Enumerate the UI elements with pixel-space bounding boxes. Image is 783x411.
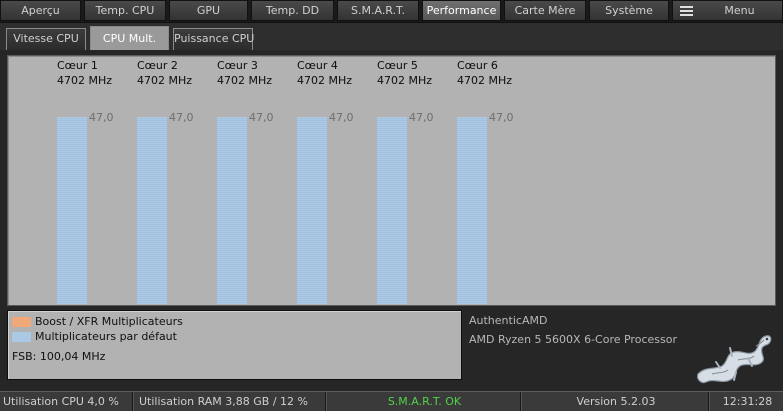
core-frequency: 4702 MHz	[137, 74, 193, 87]
multiplier-bar	[457, 117, 487, 304]
performance-content: Cœur 1 4702 MHz 47,0 Cœur 2 4702 MHz 47,0 Cœur…	[0, 50, 783, 391]
multiplier-value-label: 47,0	[329, 111, 354, 124]
multiplier-bar	[217, 117, 247, 304]
tab-temp-dd[interactable]: Temp. DD	[251, 0, 334, 21]
core-label: Cœur 4	[297, 59, 338, 72]
multiplier-bar	[57, 117, 87, 304]
tab-puissance-cpu[interactable]: Puissance CPU	[173, 28, 254, 50]
main-tab-bar: Aperçu Temp. CPU GPU Temp. DD S.M.A.R.T.…	[0, 0, 783, 22]
salamander-logo	[697, 335, 772, 384]
multiplier-value-label: 47,0	[249, 111, 274, 124]
tab-gpu[interactable]: GPU	[169, 0, 248, 21]
tab-performance[interactable]: Performance	[422, 0, 501, 21]
cpu-model: AMD Ryzen 5 5600X 6-Core Processor	[469, 333, 677, 346]
status-bar: Utilisation CPU 4,0 % Utilisation RAM 3,…	[0, 391, 783, 411]
hamburger-icon	[680, 6, 693, 16]
multiplier-value-label: 47,0	[409, 111, 434, 124]
core-label: Cœur 3	[217, 59, 258, 72]
menu-label: Menu	[724, 4, 755, 17]
core-label: Cœur 6	[457, 59, 498, 72]
tab-apercu[interactable]: Aperçu	[0, 0, 81, 21]
tab-temp-cpu[interactable]: Temp. CPU	[84, 0, 166, 21]
core-frequency: 4702 MHz	[377, 74, 433, 87]
cpu-usage-status: Utilisation CPU 4,0 %	[0, 392, 133, 411]
smart-status: S.M.A.R.T. OK	[329, 392, 521, 411]
legend-label-boost: Boost / XFR Multiplicateurs	[35, 315, 183, 328]
core-label: Cœur 2	[137, 59, 178, 72]
sub-tab-bar: Vitesse CPU CPU Mult. Puissance CPU	[0, 22, 783, 51]
core-label: Cœur 5	[377, 59, 418, 72]
core-frequency: 4702 MHz	[57, 74, 113, 87]
core-frequency: 4702 MHz	[217, 74, 273, 87]
multiplier-bar	[137, 117, 167, 304]
core-label: Cœur 1	[57, 59, 98, 72]
multiplier-value-label: 47,0	[89, 111, 114, 124]
cpu-vendor: AuthenticAMD	[469, 314, 548, 327]
ram-usage-status: Utilisation RAM 3,88 GB / 12 %	[136, 392, 326, 411]
multiplier-bar	[297, 117, 327, 304]
multiplier-value-label: 47,0	[489, 111, 514, 124]
legend-swatch-default	[12, 332, 31, 342]
legend-swatch-boost	[12, 317, 31, 327]
core-frequency: 4702 MHz	[457, 74, 513, 87]
tab-cpu-mult[interactable]: CPU Mult.	[90, 26, 169, 51]
core-frequency: 4702 MHz	[297, 74, 353, 87]
legend-label-default: Multiplicateurs par défaut	[35, 330, 177, 343]
fsb-frequency: FSB: 100,04 MHz	[12, 350, 106, 363]
legend-box: Boost / XFR Multiplicateurs Multiplicate…	[7, 310, 462, 380]
multiplier-value-label: 47,0	[169, 111, 194, 124]
version-status: Version 5.2.03	[524, 392, 709, 411]
clock-status: 12:31:28	[722, 395, 773, 408]
tab-carte-mere[interactable]: Carte Mère	[504, 0, 586, 21]
cpu-multiplier-chart: Cœur 1 4702 MHz 47,0 Cœur 2 4702 MHz 47,0 Cœur…	[7, 55, 776, 306]
tab-systeme[interactable]: Système	[589, 0, 669, 21]
tab-vitesse-cpu[interactable]: Vitesse CPU	[6, 28, 86, 50]
tab-smart[interactable]: S.M.A.R.T.	[337, 0, 419, 21]
menu-button[interactable]: Menu	[672, 0, 783, 21]
multiplier-bar	[377, 117, 407, 304]
